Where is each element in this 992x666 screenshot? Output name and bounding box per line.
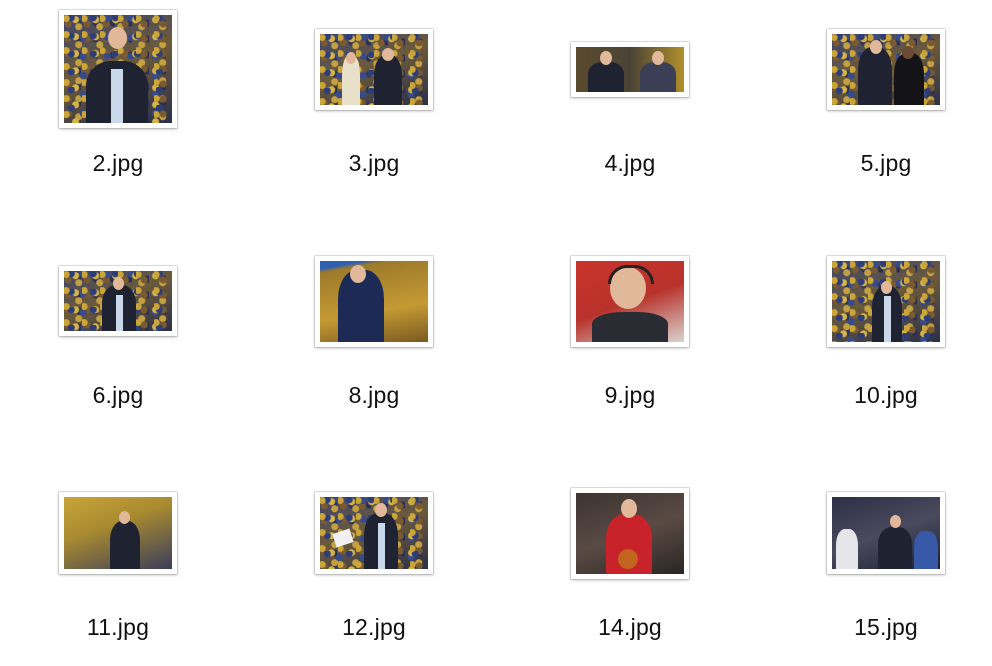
thumbnail[interactable]	[571, 488, 689, 579]
file-name-label[interactable]: 3.jpg	[284, 150, 464, 177]
file-name-label[interactable]: 15.jpg	[796, 614, 976, 641]
thumbnail[interactable]	[59, 492, 177, 574]
photo-thumbnail-image	[576, 493, 684, 574]
file-name-label[interactable]: 14.jpg	[540, 614, 720, 641]
file-item-6[interactable]: 6.jpg	[28, 232, 208, 432]
file-name-label[interactable]: 6.jpg	[28, 382, 208, 409]
photo-thumbnail-image	[832, 34, 940, 105]
file-item-14[interactable]: 14.jpg	[540, 464, 720, 664]
file-name-label[interactable]: 12.jpg	[284, 614, 464, 641]
file-item-10[interactable]: 10.jpg	[796, 232, 976, 432]
photo-thumbnail-image	[64, 271, 172, 331]
thumbnail[interactable]	[827, 492, 945, 574]
file-icon-grid: 2.jpg 3.jpg 4.jpg 5.jpg 6.jpg 8.jpg 9.jp…	[0, 0, 992, 666]
thumbnail[interactable]	[571, 42, 689, 97]
file-name-label[interactable]: 5.jpg	[796, 150, 976, 177]
thumbnail[interactable]	[315, 256, 433, 347]
file-name-label[interactable]: 4.jpg	[540, 150, 720, 177]
file-item-2[interactable]: 2.jpg	[28, 0, 208, 200]
photo-thumbnail-image	[320, 261, 428, 342]
thumbnail[interactable]	[59, 266, 177, 336]
file-name-label[interactable]: 8.jpg	[284, 382, 464, 409]
photo-thumbnail-image	[832, 497, 940, 569]
file-name-label[interactable]: 11.jpg	[28, 614, 208, 641]
thumbnail[interactable]	[827, 256, 945, 347]
file-item-12[interactable]: 12.jpg	[284, 464, 464, 664]
file-name-label[interactable]: 10.jpg	[796, 382, 976, 409]
photo-thumbnail-image	[64, 497, 172, 569]
file-item-8[interactable]: 8.jpg	[284, 232, 464, 432]
thumbnail[interactable]	[827, 29, 945, 110]
photo-thumbnail-image	[320, 34, 428, 105]
photo-thumbnail-image	[832, 261, 940, 342]
file-item-9[interactable]: 9.jpg	[540, 232, 720, 432]
photo-thumbnail-image	[576, 47, 684, 92]
file-item-4[interactable]: 4.jpg	[540, 0, 720, 200]
photo-thumbnail-image	[576, 261, 684, 342]
photo-thumbnail-image	[64, 15, 172, 123]
photo-thumbnail-image	[320, 497, 428, 569]
file-item-11[interactable]: 11.jpg	[28, 464, 208, 664]
file-item-15[interactable]: 15.jpg	[796, 464, 976, 664]
file-name-label[interactable]: 9.jpg	[540, 382, 720, 409]
file-item-3[interactable]: 3.jpg	[284, 0, 464, 200]
thumbnail[interactable]	[315, 492, 433, 574]
thumbnail[interactable]	[315, 29, 433, 110]
thumbnail[interactable]	[571, 256, 689, 347]
file-name-label[interactable]: 2.jpg	[28, 150, 208, 177]
file-item-5[interactable]: 5.jpg	[796, 0, 976, 200]
thumbnail[interactable]	[59, 10, 177, 128]
